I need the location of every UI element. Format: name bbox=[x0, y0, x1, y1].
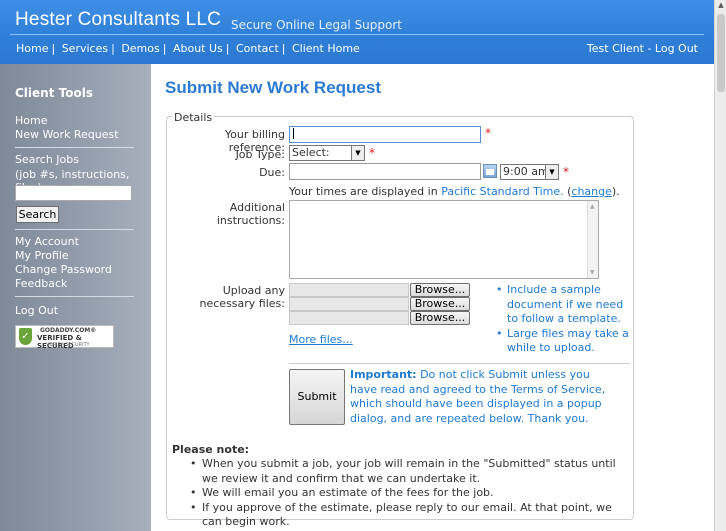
job-type-selected: Select: bbox=[292, 146, 330, 159]
top-nav: Home | Services | Demos | About Us | Contact… bbox=[16, 42, 360, 55]
browse-button[interactable]: Browse... bbox=[410, 297, 470, 311]
notes-list: When you submit a job, your job will rem… bbox=[190, 457, 630, 530]
details-legend: Details bbox=[172, 111, 215, 124]
sidebar-item-my-profile[interactable]: My Profile bbox=[15, 249, 69, 262]
browse-button[interactable]: Browse... bbox=[410, 311, 470, 325]
browse-button[interactable]: Browse... bbox=[410, 283, 470, 297]
sidebar-divider bbox=[15, 147, 134, 148]
chevron-down-icon: ▼ bbox=[545, 165, 558, 179]
upload-label-line-1: Upload any bbox=[222, 284, 285, 297]
note-item: When you submit a job, your job will rem… bbox=[190, 457, 630, 486]
scroll-up-arrow-icon[interactable]: ▲ bbox=[716, 1, 726, 11]
site-brand[interactable]: Hester Consultants LLC bbox=[15, 9, 221, 31]
text-caret bbox=[293, 128, 294, 139]
file-path-field[interactable] bbox=[289, 283, 409, 297]
instructions-label: Additional instructions: bbox=[216, 201, 285, 227]
godaddy-security-badge[interactable]: ✓ GODADDY.COM® VERIFIED & SECURED VERIFY… bbox=[15, 325, 114, 350]
section-divider bbox=[289, 363, 630, 364]
note-item: If you approve of the estimate, please r… bbox=[190, 501, 630, 530]
upload-tips: Include a sample document if we need to … bbox=[496, 283, 631, 356]
calendar-icon[interactable] bbox=[483, 164, 497, 178]
required-asterisk: * bbox=[485, 126, 491, 140]
instructions-textarea[interactable]: ▲ ▼ bbox=[289, 200, 599, 279]
change-timezone-link[interactable]: change bbox=[571, 185, 611, 198]
nav-home[interactable]: Home bbox=[16, 42, 48, 55]
scroll-up-icon[interactable]: ▲ bbox=[590, 203, 595, 210]
sidebar-title: Client Tools bbox=[15, 86, 93, 100]
nav-contact[interactable]: Contact bbox=[236, 42, 279, 55]
required-asterisk: * bbox=[369, 146, 375, 160]
badge-line-1: GODADDY.COM® bbox=[40, 327, 97, 334]
page-scrollbar[interactable]: ▲ bbox=[714, 0, 726, 531]
user-links: Test Client - Log Out bbox=[586, 42, 698, 55]
search-button[interactable]: Search bbox=[16, 206, 59, 223]
header-divider bbox=[10, 34, 704, 35]
sidebar-item-new-work-request[interactable]: New Work Request bbox=[15, 128, 119, 141]
timezone-name: Pacific Standard Time. bbox=[441, 185, 564, 198]
sidebar-divider bbox=[15, 229, 134, 230]
nav-services[interactable]: Services bbox=[62, 42, 108, 55]
due-date-input[interactable] bbox=[289, 163, 481, 180]
job-type-select[interactable]: Select: ▼ bbox=[289, 145, 365, 161]
file-path-field[interactable] bbox=[289, 311, 409, 325]
file-path-field[interactable] bbox=[289, 297, 409, 311]
site-tagline: Secure Online Legal Support bbox=[231, 18, 403, 32]
nav-about-us[interactable]: About Us bbox=[173, 42, 223, 55]
sidebar-item-log-out[interactable]: Log Out bbox=[15, 304, 58, 317]
sidebar-item-my-account[interactable]: My Account bbox=[15, 235, 79, 248]
check-shield-icon: ✓ bbox=[19, 328, 32, 345]
page-title: Submit New Work Request bbox=[165, 78, 381, 97]
chevron-down-icon: ▼ bbox=[351, 146, 364, 160]
billing-reference-input[interactable] bbox=[289, 126, 481, 143]
sidebar-item-change-password[interactable]: Change Password bbox=[15, 263, 112, 276]
sidebar-item-home[interactable]: Home bbox=[15, 114, 47, 127]
scroll-down-icon[interactable]: ▼ bbox=[590, 269, 595, 276]
note-item: We will email you an estimate of the fee… bbox=[190, 486, 630, 501]
search-jobs-label: Search Jobs bbox=[15, 153, 79, 166]
sidebar: Client Tools Home New Work Request Searc… bbox=[0, 64, 151, 531]
more-files-link[interactable]: More files... bbox=[289, 333, 353, 346]
sidebar-item-feedback[interactable]: Feedback bbox=[15, 277, 67, 290]
site-header: Hester Consultants LLC Secure Online Leg… bbox=[0, 0, 714, 64]
search-input[interactable] bbox=[15, 185, 132, 201]
tip-item: Large files may take a while to upload. bbox=[496, 327, 631, 356]
due-time-selected: 9:00 am bbox=[503, 165, 549, 178]
important-label: Important: bbox=[350, 368, 417, 381]
please-note-title: Please note: bbox=[172, 443, 250, 456]
badge-line-3: VERIFY SECURITY bbox=[46, 342, 90, 348]
current-user: Test Client bbox=[586, 42, 644, 55]
sidebar-divider bbox=[15, 296, 134, 297]
upload-label-line-2: necessary files: bbox=[199, 297, 285, 310]
tip-item: Include a sample document if we need to … bbox=[496, 283, 631, 327]
due-time-select[interactable]: 9:00 am ▼ bbox=[500, 164, 559, 180]
textarea-scrollbar[interactable]: ▲ ▼ bbox=[587, 201, 598, 278]
job-type-label: Job Type: bbox=[235, 148, 285, 161]
submit-button[interactable]: Submit bbox=[289, 369, 345, 425]
nav-demos[interactable]: Demos bbox=[121, 42, 159, 55]
timezone-note: Your times are displayed in Pacific Stan… bbox=[289, 185, 620, 198]
important-notice: Important: Do not click Submit unless yo… bbox=[350, 368, 620, 426]
due-label: Due: bbox=[259, 166, 285, 179]
scroll-thumb[interactable] bbox=[717, 14, 725, 92]
logout-link[interactable]: Log Out bbox=[655, 42, 698, 55]
nav-client-home[interactable]: Client Home bbox=[292, 42, 360, 55]
required-asterisk: * bbox=[563, 165, 569, 179]
